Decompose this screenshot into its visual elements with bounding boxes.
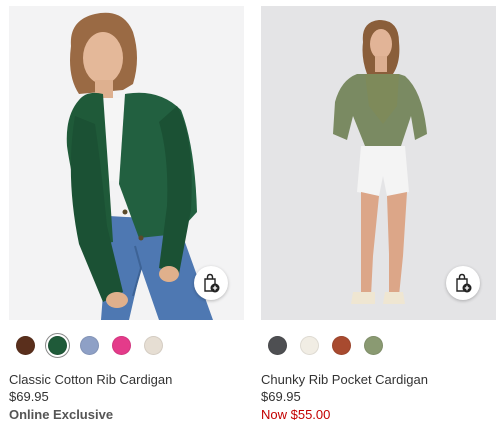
product-price: $69.95	[261, 389, 301, 404]
color-swatch[interactable]	[300, 336, 319, 355]
color-swatch[interactable]	[332, 336, 351, 355]
color-swatch[interactable]	[80, 336, 99, 355]
sale-price: Now $55.00	[261, 407, 331, 422]
shopping-bag-plus-icon	[204, 273, 220, 293]
color-swatch[interactable]	[16, 336, 35, 355]
color-swatch[interactable]	[364, 336, 383, 355]
product-name[interactable]: Classic Cotton Rib Cardigan	[9, 372, 244, 388]
product-price: $69.95	[9, 389, 49, 404]
online-exclusive-badge: Online Exclusive	[9, 407, 114, 422]
color-swatches	[261, 336, 496, 356]
product-card[interactable]: Chunky Rib Pocket Cardigan $69.95 Now $5…	[261, 6, 496, 423]
product-card[interactable]: Classic Cotton Rib Cardigan $69.95 Onlin…	[9, 6, 244, 423]
color-swatch[interactable]	[112, 336, 131, 355]
product-image[interactable]	[261, 6, 496, 320]
quick-add-button[interactable]	[446, 266, 480, 300]
quick-add-button[interactable]	[194, 266, 228, 300]
color-swatch[interactable]	[144, 336, 163, 355]
color-swatch[interactable]	[45, 333, 70, 358]
color-swatch[interactable]	[268, 336, 287, 355]
color-swatches	[9, 333, 244, 358]
shopping-bag-plus-icon	[456, 273, 472, 293]
product-image[interactable]	[9, 6, 244, 320]
product-name[interactable]: Chunky Rib Pocket Cardigan	[261, 372, 496, 388]
